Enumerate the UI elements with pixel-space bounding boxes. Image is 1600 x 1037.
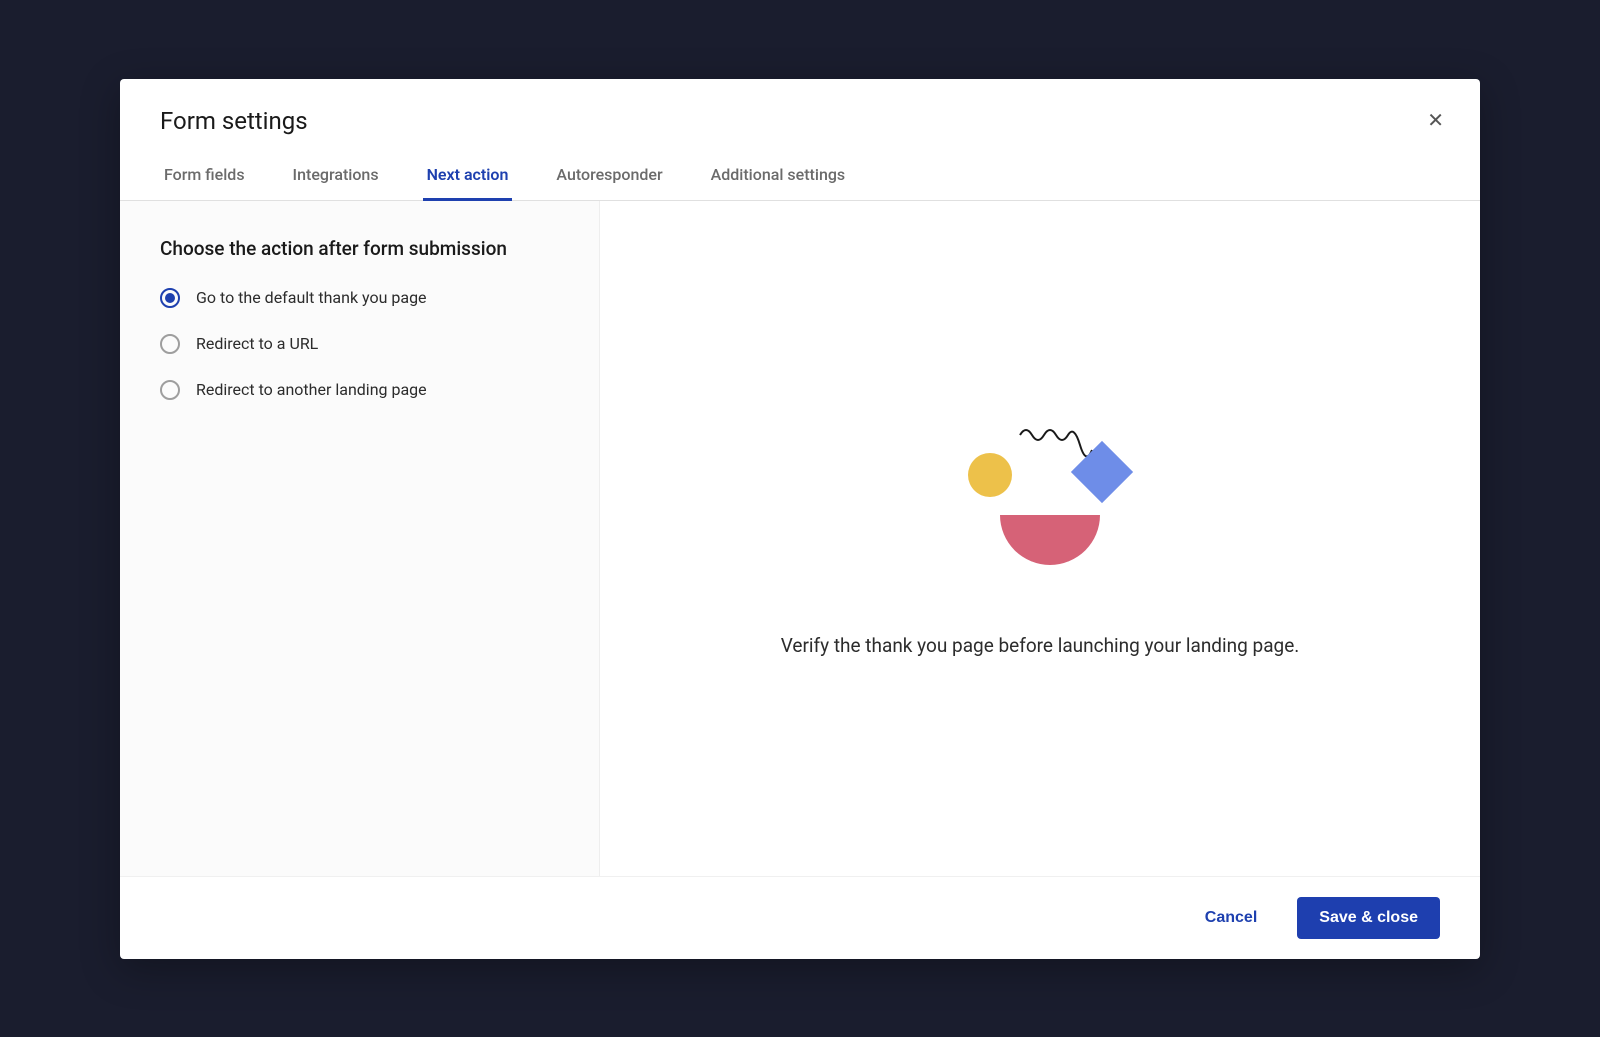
semicircle-icon bbox=[1000, 515, 1100, 565]
cancel-button[interactable]: Cancel bbox=[1197, 899, 1265, 937]
radio-option-redirect-url[interactable]: Redirect to a URL bbox=[160, 334, 559, 354]
tab-form-fields[interactable]: Form fields bbox=[160, 155, 249, 201]
save-close-button[interactable]: Save & close bbox=[1297, 897, 1440, 939]
abstract-shapes-icon bbox=[940, 420, 1140, 590]
content: Choose the action after form submission … bbox=[120, 201, 1480, 876]
tabs: Form fields Integrations Next action Aut… bbox=[120, 135, 1480, 201]
radio-label: Redirect to another landing page bbox=[196, 380, 427, 399]
close-icon: ✕ bbox=[1427, 110, 1444, 132]
radio-label: Go to the default thank you page bbox=[196, 288, 427, 307]
modal-footer: Cancel Save & close bbox=[120, 876, 1480, 959]
tab-additional-settings[interactable]: Additional settings bbox=[707, 155, 850, 201]
radio-option-default-thankyou[interactable]: Go to the default thank you page bbox=[160, 288, 559, 308]
tab-next-action[interactable]: Next action bbox=[423, 155, 513, 201]
illustration bbox=[940, 420, 1140, 594]
radio-option-redirect-landing[interactable]: Redirect to another landing page bbox=[160, 380, 559, 400]
radio-input bbox=[160, 334, 180, 354]
diamond-icon bbox=[1071, 440, 1133, 502]
sidebar-heading: Choose the action after form submission bbox=[160, 237, 559, 260]
radio-input bbox=[160, 380, 180, 400]
modal-title: Form settings bbox=[160, 107, 1440, 135]
radio-label: Redirect to a URL bbox=[196, 334, 318, 353]
radio-group: Go to the default thank you page Redirec… bbox=[160, 288, 559, 400]
close-button[interactable]: ✕ bbox=[1423, 107, 1448, 135]
form-settings-modal: ✕ Form settings Form fields Integrations… bbox=[120, 79, 1480, 959]
radio-input bbox=[160, 288, 180, 308]
tab-autoresponder[interactable]: Autoresponder bbox=[552, 155, 666, 201]
main-message: Verify the thank you page before launchi… bbox=[781, 634, 1300, 657]
tab-integrations[interactable]: Integrations bbox=[289, 155, 383, 201]
circle-icon bbox=[968, 453, 1012, 497]
modal-header: Form settings bbox=[120, 79, 1480, 135]
squiggle-icon bbox=[1020, 430, 1092, 456]
sidebar: Choose the action after form submission … bbox=[120, 201, 600, 876]
main-panel: Verify the thank you page before launchi… bbox=[600, 201, 1480, 876]
